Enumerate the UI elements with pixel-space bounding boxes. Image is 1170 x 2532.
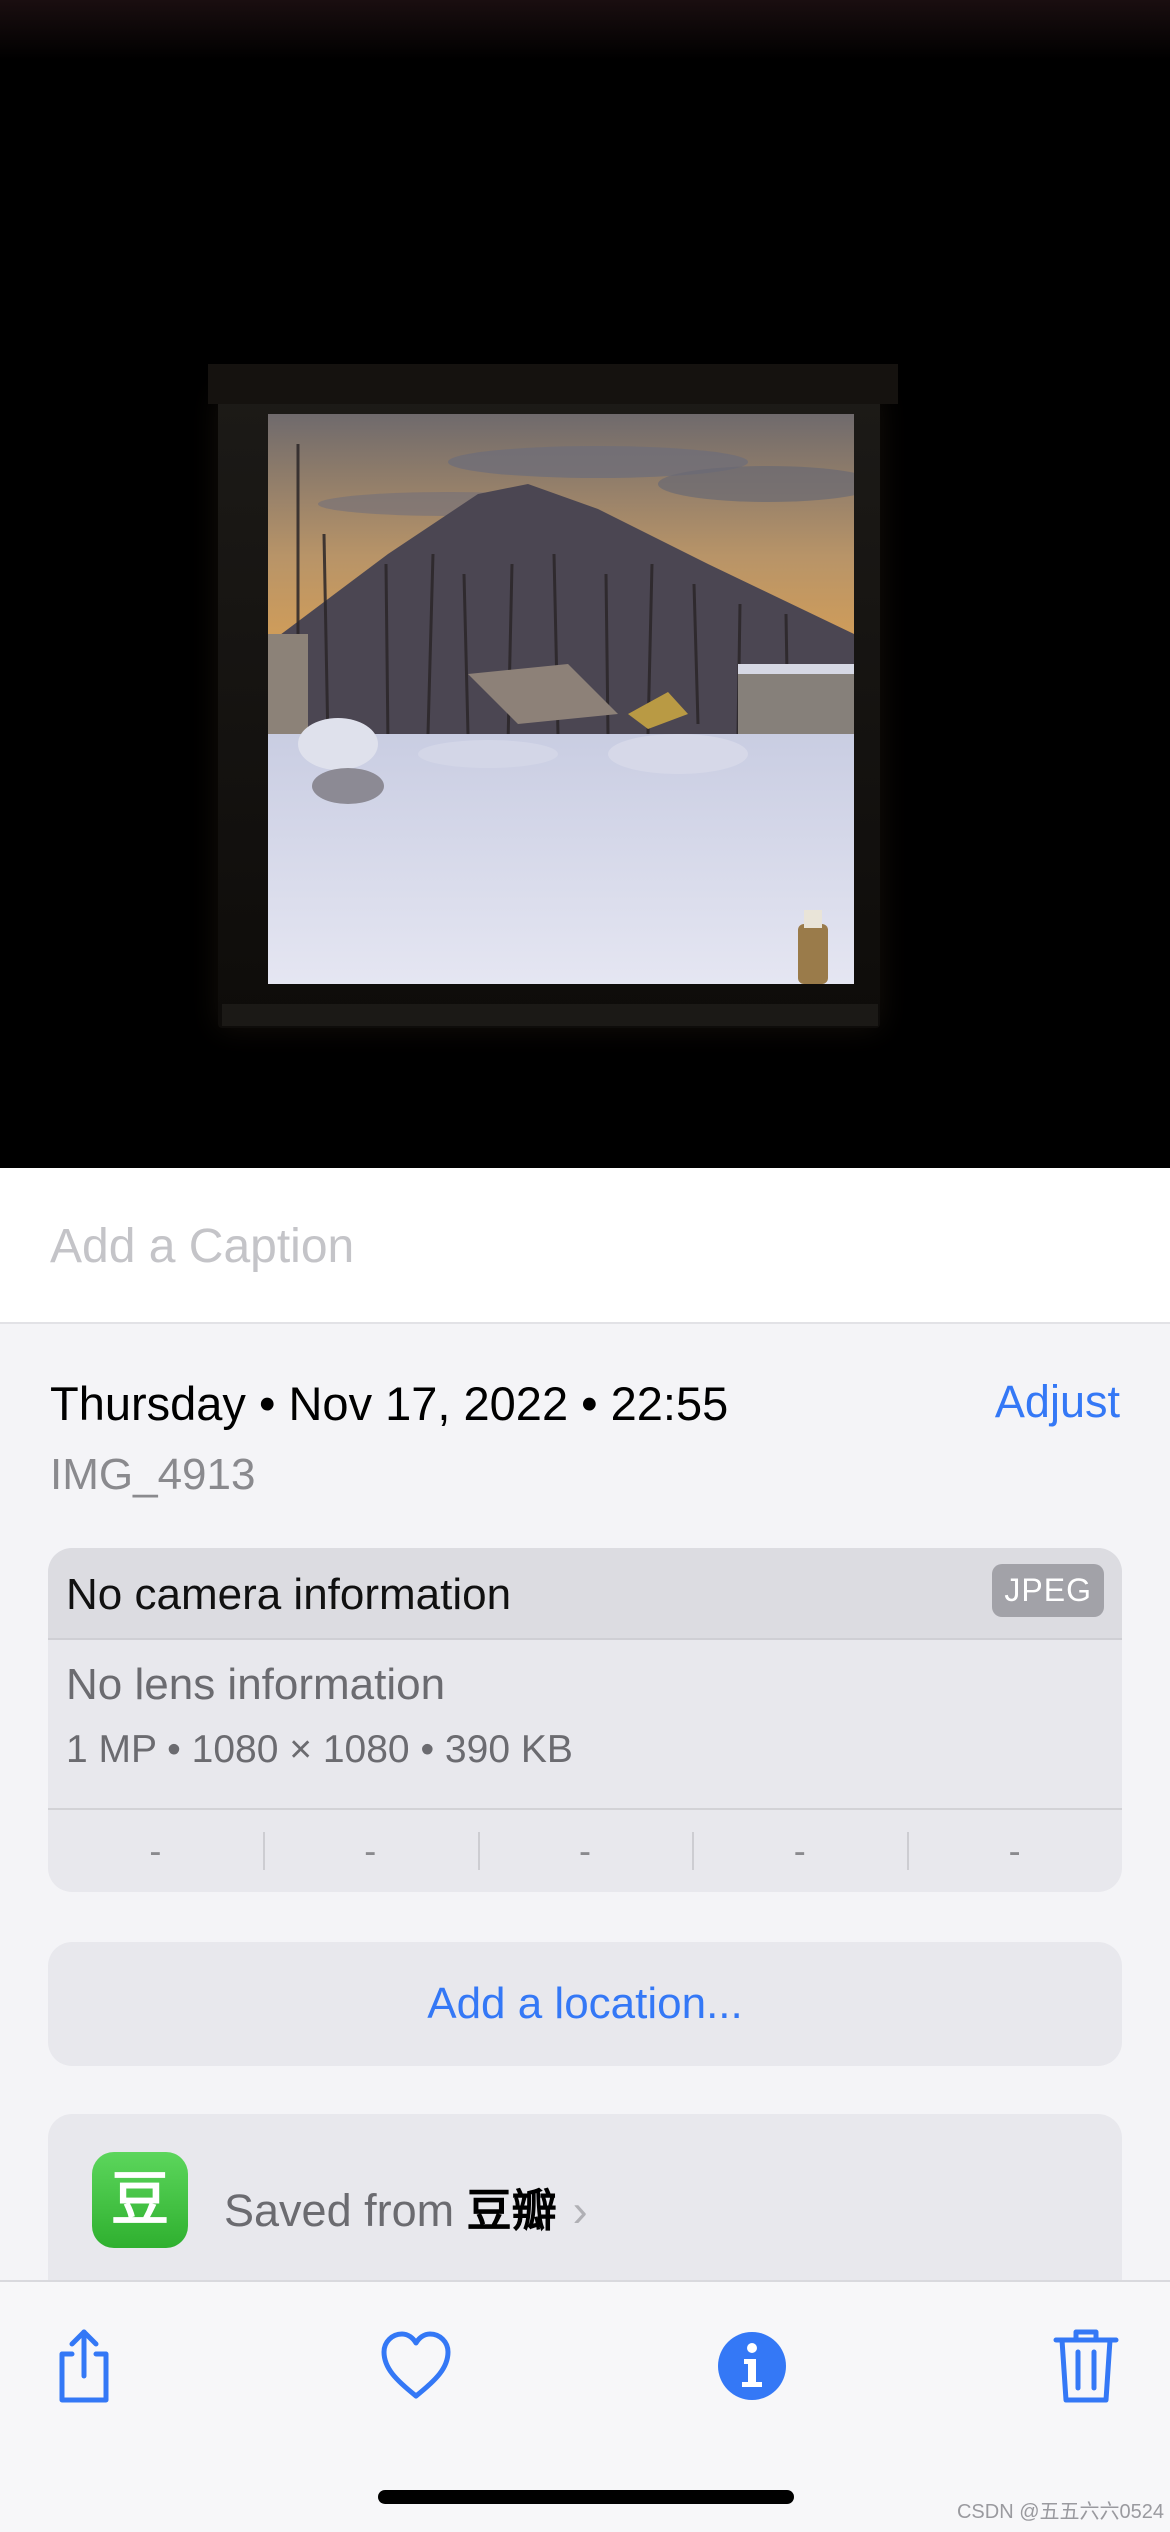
delete-button[interactable] [1046, 2326, 1126, 2406]
exif-value: - [262, 1810, 478, 1892]
source-app-name: 豆瓣 [466, 2185, 557, 2236]
photo-viewer[interactable] [0, 0, 1170, 1168]
lens-info: No lens information [66, 1660, 446, 1709]
photo-datetime: Thursday • Nov 17, 2022 • 22:55 [50, 1377, 729, 1430]
heart-icon [381, 2331, 451, 2399]
share-button[interactable] [44, 2326, 124, 2406]
caption-input[interactable] [50, 1216, 1110, 1276]
trash-icon [1053, 2329, 1119, 2403]
watermark: CSDN @五五六六0524 [956, 2501, 1164, 2523]
douban-app-icon: 豆 [92, 2152, 188, 2248]
photo-filename: IMG_4913 [50, 1450, 256, 1499]
exif-row: - - - - - [48, 1810, 1122, 1892]
favorite-button[interactable] [376, 2326, 456, 2406]
add-location-button[interactable]: Add a location... [48, 1942, 1122, 2066]
image-specs: 1 MP • 1080 × 1080 • 390 KB [66, 1728, 573, 1771]
exif-value: - [477, 1810, 693, 1892]
info-button[interactable] [712, 2326, 792, 2406]
home-indicator[interactable] [378, 2490, 794, 2504]
photo-window-view [268, 414, 854, 984]
exif-value: - [692, 1810, 907, 1892]
info-icon [718, 2332, 786, 2400]
format-badge: JPEG [992, 1564, 1104, 1617]
info-panel: Thursday • Nov 17, 2022 • 22:55 Adjust I… [0, 1326, 1170, 2326]
photo-top-shade [0, 0, 1170, 60]
saved-from-prefix: Saved from [224, 2185, 455, 2236]
window-sill [222, 1004, 878, 1026]
share-icon [59, 2329, 109, 2403]
chevron-right-icon: › [572, 2185, 588, 2236]
camera-info: No camera information [66, 1570, 512, 1619]
metadata-header: No camera information JPEG [48, 1548, 1122, 1640]
saved-from-row[interactable]: 豆 Saved from 豆瓣 › [48, 2114, 1122, 2294]
saved-from-text: Saved from 豆瓣 › [224, 2174, 588, 2239]
caption-section [0, 1168, 1170, 1324]
metadata-card: No camera information JPEG No lens infor… [48, 1548, 1122, 1892]
exif-value: - [907, 1810, 1122, 1892]
exif-value: - [149, 1830, 162, 1871]
adjust-button[interactable]: Adjust [995, 1376, 1120, 1428]
